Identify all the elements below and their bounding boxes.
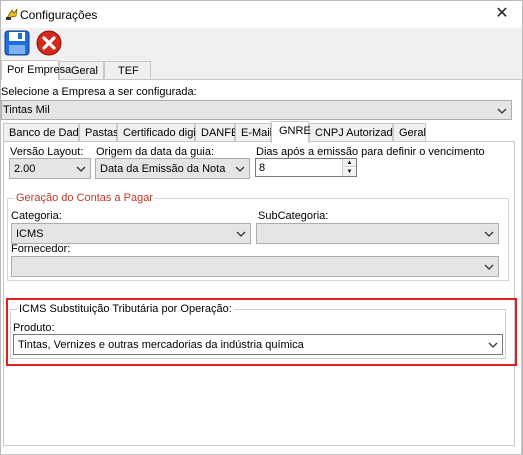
tab-cnpj-autorizados[interactable]: CNPJ Autorizados <box>309 123 404 142</box>
tab-por-empresa[interactable]: Por Empresa <box>1 60 71 80</box>
highlight-box <box>6 298 517 366</box>
company-select[interactable]: Tintas Mil <box>1 100 512 120</box>
tab-banco-de-dados[interactable]: Banco de Dados <box>3 123 90 142</box>
fornecedor-label: Fornecedor: <box>11 243 71 255</box>
chevron-down-icon <box>497 108 507 114</box>
close-window-button[interactable]: ✕ <box>492 4 512 24</box>
tab-pastas[interactable]: Pastas <box>79 123 119 142</box>
subcategoria-label: SubCategoria: <box>258 210 329 222</box>
subcategoria-select[interactable] <box>256 223 499 244</box>
chevron-down-icon <box>484 231 494 237</box>
chevron-down-icon <box>236 231 246 237</box>
tab-gnre[interactable]: GNRE <box>271 121 311 143</box>
versao-layout-select[interactable]: 2.00 <box>9 158 91 179</box>
cancel-icon[interactable] <box>36 30 62 56</box>
gnre-panel: Versão Layout: 2.00 Origem da data da gu… <box>3 141 515 446</box>
save-icon[interactable] <box>4 30 30 56</box>
tab-email[interactable]: E-Mail <box>235 123 272 142</box>
fornecedor-select[interactable] <box>11 256 499 277</box>
dias-vencimento-stepper[interactable]: 8 ▲ ▼ <box>255 158 357 177</box>
categoria-select[interactable]: ICMS <box>11 223 251 244</box>
tab-geral-inner[interactable]: Geral <box>393 123 426 142</box>
spin-up-icon[interactable]: ▲ <box>343 159 356 167</box>
tab-tef[interactable]: TEF <box>104 61 151 80</box>
dias-vencimento-label: Dias após a emissão para definir o venci… <box>256 146 485 158</box>
company-label: Selecione a Empresa a ser configurada: <box>1 86 197 98</box>
chevron-down-icon <box>76 166 86 172</box>
origem-data-select[interactable]: Data da Emissão da Nota <box>95 158 250 179</box>
origem-data-label: Origem da data da guia: <box>96 146 215 158</box>
window-title: Configurações <box>20 8 98 22</box>
settings-window: Configurações ✕ Por Empresa Geral TEF Se… <box>0 0 523 455</box>
categoria-label: Categoria: <box>11 210 62 222</box>
app-icon <box>6 8 18 20</box>
chevron-down-icon <box>484 264 494 270</box>
chevron-down-icon <box>235 166 245 172</box>
contas-pagar-group: Geração do Contas a Pagar Categoria: ICM… <box>7 192 509 281</box>
spin-down-icon[interactable]: ▼ <box>343 168 356 176</box>
tab-danfe[interactable]: DANFE <box>195 123 238 142</box>
contas-pagar-title: Geração do Contas a Pagar <box>14 192 155 204</box>
tab-certificado-digital[interactable]: Certificado digital <box>117 123 207 142</box>
versao-layout-label: Versão Layout: <box>10 146 84 158</box>
title-bar: Configurações ✕ <box>1 1 522 28</box>
